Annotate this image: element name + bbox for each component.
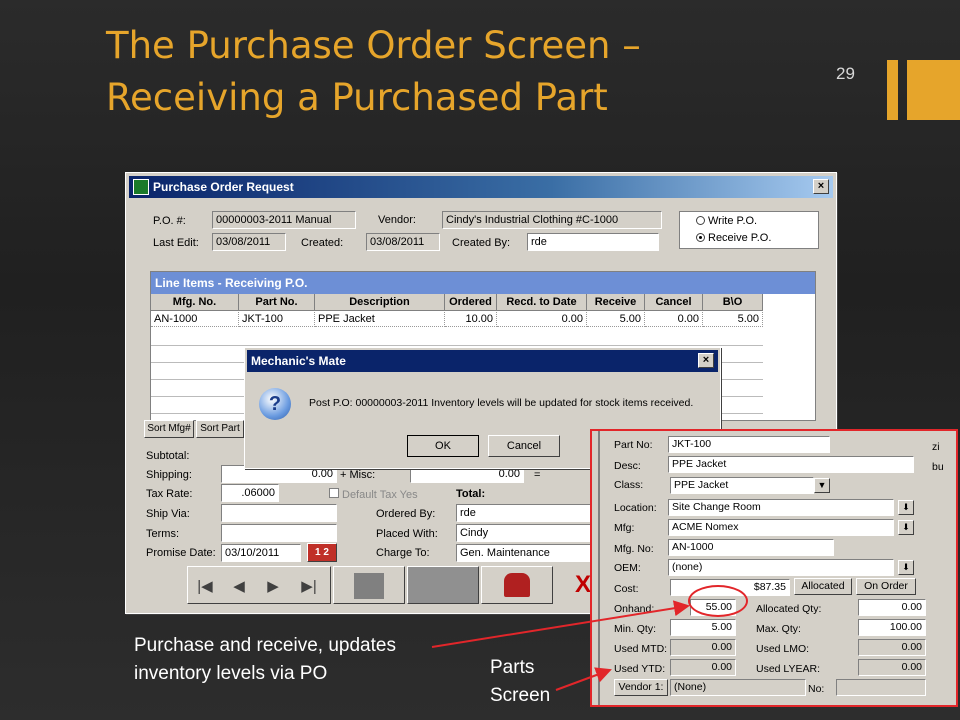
left-callout-line1: Purchase and receive, updates <box>134 635 396 656</box>
left-callout-text: Purchase and receive, updates inventory … <box>134 632 396 688</box>
callout-arrows <box>431 600 690 691</box>
right-callout-text: Parts Screen <box>490 654 550 710</box>
right-callout-line2: Screen <box>490 685 551 706</box>
right-callout-line1: Parts <box>490 657 535 678</box>
left-callout-line2: inventory levels via PO <box>134 663 328 684</box>
onhand-callout-arrow <box>431 600 690 648</box>
parts-callout-arrow <box>555 667 612 691</box>
